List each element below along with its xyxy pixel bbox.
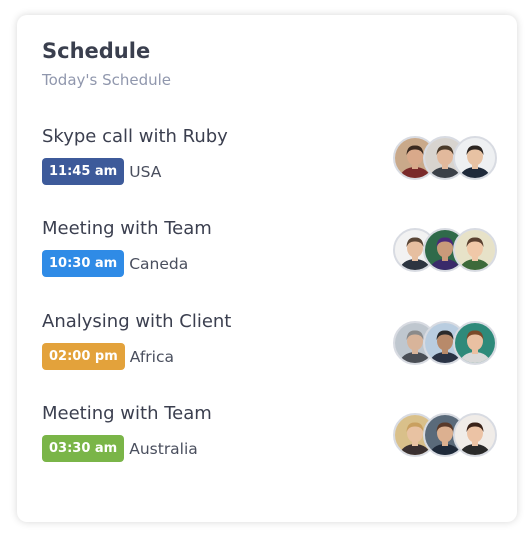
schedule-card: Schedule Today's Schedule Skype call wit… xyxy=(17,15,517,522)
card-title: Schedule xyxy=(42,39,151,63)
location-label: Africa xyxy=(129,347,174,366)
person-avatar-icon xyxy=(455,415,495,455)
schedule-item[interactable]: Meeting with Team 10:30 am Caneda xyxy=(42,218,497,288)
schedule-item[interactable]: Analysing with Client 02:00 pm Africa xyxy=(42,311,497,381)
attendee-avatars xyxy=(393,413,497,457)
location-label: Australia xyxy=(129,439,198,458)
person-avatar-icon xyxy=(455,230,495,270)
schedule-item-title: Skype call with Ruby xyxy=(42,126,228,147)
schedule-item-meta: 10:30 am Caneda xyxy=(42,250,188,277)
avatar[interactable] xyxy=(453,228,497,272)
location-label: Caneda xyxy=(129,254,189,273)
schedule-item[interactable]: Meeting with Team 03:30 am Australia xyxy=(42,403,497,473)
location-label: USA xyxy=(129,162,162,181)
schedule-item-meta: 11:45 am USA xyxy=(42,158,161,185)
attendee-avatars xyxy=(393,136,497,180)
time-badge: 02:00 pm xyxy=(42,343,125,370)
avatar[interactable] xyxy=(453,321,497,365)
attendee-avatars xyxy=(393,228,497,272)
schedule-item-title: Meeting with Team xyxy=(42,403,212,424)
time-badge: 03:30 am xyxy=(42,435,125,462)
schedule-item[interactable]: Skype call with Ruby 11:45 am USA xyxy=(42,126,497,196)
schedule-item-title: Analysing with Client xyxy=(42,311,232,332)
attendee-avatars xyxy=(393,321,497,365)
card-subtitle: Today's Schedule xyxy=(42,71,172,89)
schedule-item-meta: 02:00 pm Africa xyxy=(42,343,174,370)
time-badge: 10:30 am xyxy=(42,250,125,277)
avatar[interactable] xyxy=(453,136,497,180)
time-badge: 11:45 am xyxy=(42,158,125,185)
schedule-item-title: Meeting with Team xyxy=(42,218,212,239)
schedule-item-meta: 03:30 am Australia xyxy=(42,435,198,462)
avatar[interactable] xyxy=(453,413,497,457)
person-avatar-icon xyxy=(455,323,495,363)
person-avatar-icon xyxy=(455,138,495,178)
